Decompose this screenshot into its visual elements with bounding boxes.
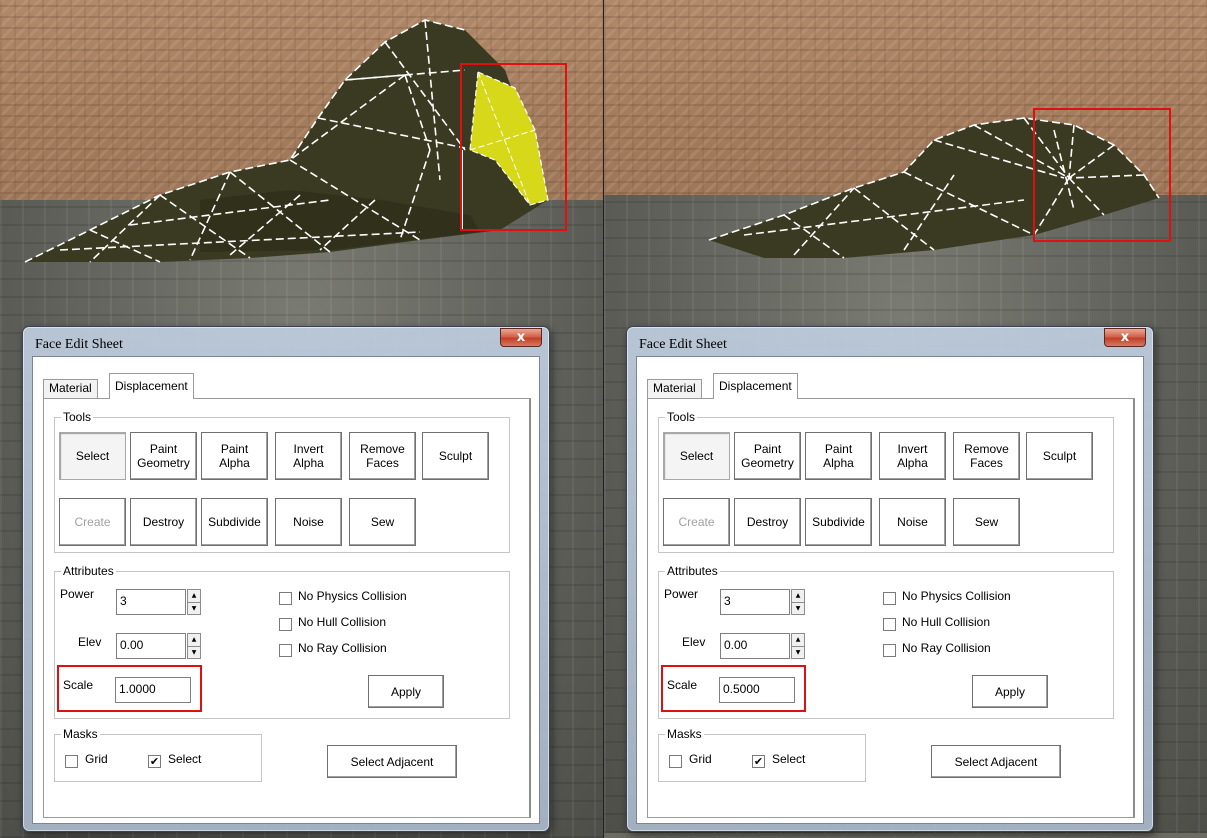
no-hull-collision-label: No Hull Collision xyxy=(298,615,387,629)
highlight-box-selected-face xyxy=(460,63,567,231)
panel-right: Face Edit Sheet x Material Displacement … xyxy=(604,0,1207,838)
subdivide-button[interactable]: Subdivide xyxy=(201,498,268,546)
paint-geometry-button[interactable]: Paint Geometry xyxy=(130,432,197,480)
destroy-button[interactable]: Destroy xyxy=(734,498,801,546)
elev-field[interactable]: 0.00 xyxy=(720,633,790,659)
paint-alpha-button[interactable]: Paint Alpha xyxy=(805,432,872,480)
elev-field[interactable]: 0.00 xyxy=(116,633,186,659)
no-hull-collision-label: No Hull Collision xyxy=(902,615,991,629)
power-spinner[interactable]: ▲ ▼ xyxy=(187,589,201,615)
apply-button[interactable]: Apply xyxy=(368,675,444,708)
face-edit-sheet-dialog: Face Edit Sheet x Material Displacement … xyxy=(22,326,550,832)
no-physics-collision-label: No Physics Collision xyxy=(902,589,1011,603)
spin-down-icon[interactable]: ▼ xyxy=(792,603,804,615)
power-label: Power xyxy=(664,587,699,601)
select-mask-label: Select xyxy=(168,752,202,766)
masks-group-label: Masks xyxy=(665,727,704,741)
select-tool-button[interactable]: Select xyxy=(59,432,126,480)
noise-button[interactable]: Noise xyxy=(275,498,342,546)
subdivide-button[interactable]: Subdivide xyxy=(805,498,872,546)
sew-button[interactable]: Sew xyxy=(953,498,1020,546)
elev-spinner[interactable]: ▲ ▼ xyxy=(791,633,805,659)
dialog-client: Material Displacement Tools Select Paint… xyxy=(636,356,1144,824)
select-adjacent-button[interactable]: Select Adjacent xyxy=(931,745,1061,778)
destroy-button[interactable]: Destroy xyxy=(130,498,197,546)
select-mask-checkbox[interactable]: ✔ xyxy=(148,755,161,768)
spin-down-icon[interactable]: ▼ xyxy=(188,647,200,659)
attributes-group-label: Attributes xyxy=(665,564,720,578)
attributes-group-label: Attributes xyxy=(61,564,116,578)
no-physics-collision-label: No Physics Collision xyxy=(298,589,407,603)
no-ray-collision-label: No Ray Collision xyxy=(902,641,991,655)
remove-faces-button[interactable]: Remove Faces xyxy=(349,432,416,480)
highlight-box-scale xyxy=(57,665,202,712)
no-physics-collision-checkbox[interactable] xyxy=(279,592,292,605)
tools-group: Tools Select Paint Geometry Paint Alpha … xyxy=(54,410,510,553)
select-tool-button[interactable]: Select xyxy=(663,432,730,480)
tab-displacement[interactable]: Displacement xyxy=(109,373,194,399)
highlight-box-scale xyxy=(661,665,806,712)
dialog-title: Face Edit Sheet xyxy=(35,337,123,352)
close-button[interactable]: x xyxy=(500,328,542,347)
elev-label: Elev xyxy=(682,635,706,649)
apply-button[interactable]: Apply xyxy=(972,675,1048,708)
elev-spinner[interactable]: ▲ ▼ xyxy=(187,633,201,659)
spin-up-icon[interactable]: ▲ xyxy=(188,634,200,647)
elev-label: Elev xyxy=(78,635,102,649)
spin-down-icon[interactable]: ▼ xyxy=(188,603,200,615)
no-ray-collision-checkbox[interactable] xyxy=(883,644,896,657)
dialog-title: Face Edit Sheet xyxy=(639,337,727,352)
grid-mask-checkbox[interactable] xyxy=(669,755,682,768)
no-hull-collision-checkbox[interactable] xyxy=(883,618,896,631)
tools-group-label: Tools xyxy=(665,410,698,424)
noise-button[interactable]: Noise xyxy=(879,498,946,546)
paint-geometry-button[interactable]: Paint Geometry xyxy=(734,432,801,480)
select-mask-checkbox[interactable]: ✔ xyxy=(752,755,765,768)
grid-mask-checkbox[interactable] xyxy=(65,755,78,768)
close-button[interactable]: x xyxy=(1104,328,1146,347)
sculpt-button[interactable]: Sculpt xyxy=(422,432,489,480)
masks-group: Masks Grid ✔ Select xyxy=(54,727,262,782)
sculpt-button[interactable]: Sculpt xyxy=(1026,432,1093,480)
power-field[interactable]: 3 xyxy=(116,589,186,615)
attributes-group: Attributes Power 3 ▲ ▼ Elev 0.00 ▲ ▼ Scale… xyxy=(658,564,1114,719)
displacement-tab-body: Tools Select Paint Geometry Paint Alpha … xyxy=(43,398,531,818)
select-adjacent-button[interactable]: Select Adjacent xyxy=(327,745,457,778)
tab-material[interactable]: Material xyxy=(647,379,702,398)
tab-displacement[interactable]: Displacement xyxy=(713,373,798,399)
grid-mask-label: Grid xyxy=(85,752,108,766)
remove-faces-button[interactable]: Remove Faces xyxy=(953,432,1020,480)
tab-material[interactable]: Material xyxy=(43,379,98,398)
spin-up-icon[interactable]: ▲ xyxy=(792,590,804,603)
grid-mask-label: Grid xyxy=(689,752,712,766)
masks-group: Masks Grid ✔ Select xyxy=(658,727,866,782)
power-label: Power xyxy=(60,587,95,601)
tools-group-label: Tools xyxy=(61,410,94,424)
paint-alpha-button[interactable]: Paint Alpha xyxy=(201,432,268,480)
sew-button[interactable]: Sew xyxy=(349,498,416,546)
displacement-tab-body: Tools Select Paint Geometry Paint Alpha … xyxy=(647,398,1135,818)
no-ray-collision-label: No Ray Collision xyxy=(298,641,387,655)
masks-group-label: Masks xyxy=(61,727,100,741)
spin-down-icon[interactable]: ▼ xyxy=(792,647,804,659)
invert-alpha-button[interactable]: Invert Alpha xyxy=(879,432,946,480)
invert-alpha-button[interactable]: Invert Alpha xyxy=(275,432,342,480)
no-physics-collision-checkbox[interactable] xyxy=(883,592,896,605)
spin-up-icon[interactable]: ▲ xyxy=(188,590,200,603)
dialog-client: Material Displacement Tools Select Paint… xyxy=(32,356,540,824)
attributes-group: Attributes Power 3 ▲ ▼ Elev 0.00 ▲ ▼ Scale… xyxy=(54,564,510,719)
create-button: Create xyxy=(663,498,730,546)
create-button: Create xyxy=(59,498,126,546)
select-mask-label: Select xyxy=(772,752,806,766)
power-spinner[interactable]: ▲ ▼ xyxy=(791,589,805,615)
spin-up-icon[interactable]: ▲ xyxy=(792,634,804,647)
power-field[interactable]: 3 xyxy=(720,589,790,615)
no-ray-collision-checkbox[interactable] xyxy=(279,644,292,657)
tools-group: Tools Select Paint Geometry Paint Alpha … xyxy=(658,410,1114,553)
panel-left: Face Edit Sheet x Material Displacement … xyxy=(0,0,603,838)
highlight-box-selected-face xyxy=(1033,108,1171,242)
face-edit-sheet-dialog: Face Edit Sheet x Material Displacement … xyxy=(626,326,1154,832)
no-hull-collision-checkbox[interactable] xyxy=(279,618,292,631)
